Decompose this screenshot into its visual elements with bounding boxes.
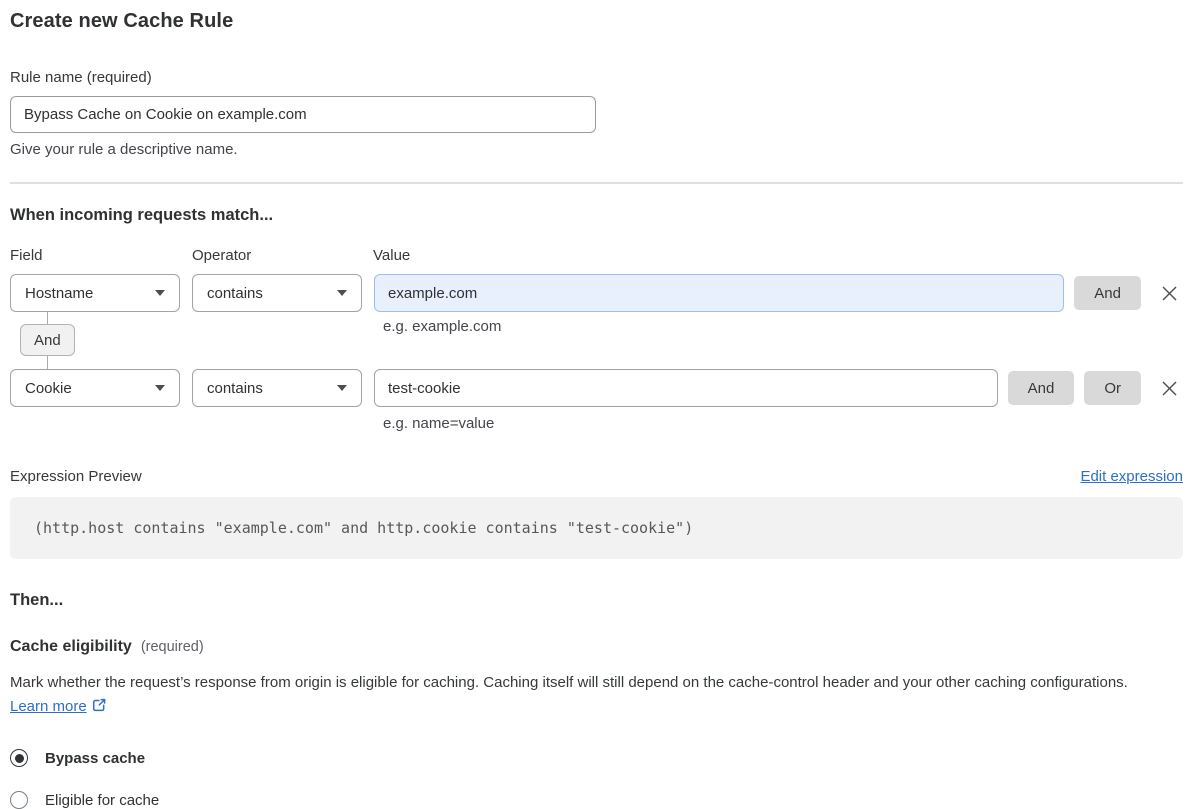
value-input[interactable] bbox=[374, 369, 998, 407]
or-button[interactable]: Or bbox=[1084, 371, 1141, 405]
rule-name-helper: Give your rule a descriptive name. bbox=[10, 141, 238, 158]
close-icon bbox=[1162, 381, 1176, 395]
field-select-value: Cookie bbox=[25, 379, 72, 397]
value-column-label: Value bbox=[373, 247, 411, 264]
radio-unselected-icon bbox=[10, 791, 28, 809]
radio-label: Eligible for cache bbox=[45, 791, 160, 809]
value-hint: e.g. example.com bbox=[383, 318, 502, 335]
field-column-label: Field bbox=[10, 247, 43, 264]
field-select[interactable]: Hostname bbox=[10, 274, 180, 312]
cache-eligibility-heading: Cache eligibility bbox=[10, 638, 132, 655]
operator-select[interactable]: contains bbox=[192, 274, 362, 312]
expression-preview-label: Expression Preview bbox=[10, 468, 142, 485]
chevron-down-icon bbox=[337, 290, 347, 296]
chevron-down-icon bbox=[337, 385, 347, 391]
condition-column-headers: Field Operator Value bbox=[10, 247, 1183, 264]
connector-zone: And e.g. example.com bbox=[10, 312, 1183, 369]
required-note: (required) bbox=[140, 639, 204, 655]
cache-eligibility-header: Cache eligibility (required) bbox=[10, 638, 1183, 656]
chevron-down-icon bbox=[155, 385, 165, 391]
operator-column-label: Operator bbox=[192, 247, 252, 264]
edit-expression-link[interactable]: Edit expression bbox=[1080, 468, 1183, 485]
chevron-down-icon bbox=[155, 290, 165, 296]
radio-bypass-cache[interactable]: Bypass cache bbox=[10, 749, 1183, 767]
expression-code: (http.host contains "example.com" and ht… bbox=[10, 497, 1183, 559]
cache-eligibility-options: Bypass cache Eligible for cache bbox=[10, 749, 1183, 809]
radio-selected-icon bbox=[10, 749, 28, 767]
operator-select[interactable]: contains bbox=[192, 369, 362, 407]
description-text: Mark whether the request’s response from… bbox=[10, 674, 1128, 691]
cache-eligibility-description: Mark whether the request’s response from… bbox=[10, 671, 1170, 719]
section-divider bbox=[10, 182, 1183, 184]
remove-condition-button[interactable] bbox=[1155, 374, 1183, 402]
field-select[interactable]: Cookie bbox=[10, 369, 180, 407]
remove-condition-button[interactable] bbox=[1155, 279, 1183, 307]
page-title: Create new Cache Rule bbox=[10, 10, 234, 32]
field-select-value: Hostname bbox=[25, 284, 94, 302]
and-button[interactable]: And bbox=[1074, 276, 1141, 310]
and-button[interactable]: And bbox=[1007, 371, 1075, 405]
operator-select-value: contains bbox=[207, 284, 263, 302]
expression-preview-header: Expression Preview Edit expression bbox=[10, 468, 1183, 485]
then-heading: Then... bbox=[10, 591, 64, 609]
rule-name-input[interactable] bbox=[10, 96, 596, 133]
create-cache-rule-form: Create new Cache Rule Rule name (require… bbox=[0, 0, 1200, 809]
external-link-icon bbox=[92, 698, 106, 712]
and-connector-button[interactable]: And bbox=[20, 324, 75, 356]
learn-more-link[interactable]: Learn more bbox=[10, 698, 87, 715]
rule-name-label: Rule name (required) bbox=[10, 69, 152, 86]
match-section-heading: When incoming requests match... bbox=[10, 206, 274, 224]
radio-label: Bypass cache bbox=[45, 749, 146, 767]
condition-row: Cookie contains And Or bbox=[10, 369, 1183, 407]
operator-select-value: contains bbox=[207, 379, 263, 397]
radio-eligible-for-cache[interactable]: Eligible for cache bbox=[10, 791, 1183, 809]
value-input[interactable] bbox=[374, 274, 1065, 312]
value-hint: e.g. name=value bbox=[383, 415, 495, 432]
close-icon bbox=[1162, 286, 1176, 300]
condition-row: Hostname contains And bbox=[10, 274, 1183, 312]
